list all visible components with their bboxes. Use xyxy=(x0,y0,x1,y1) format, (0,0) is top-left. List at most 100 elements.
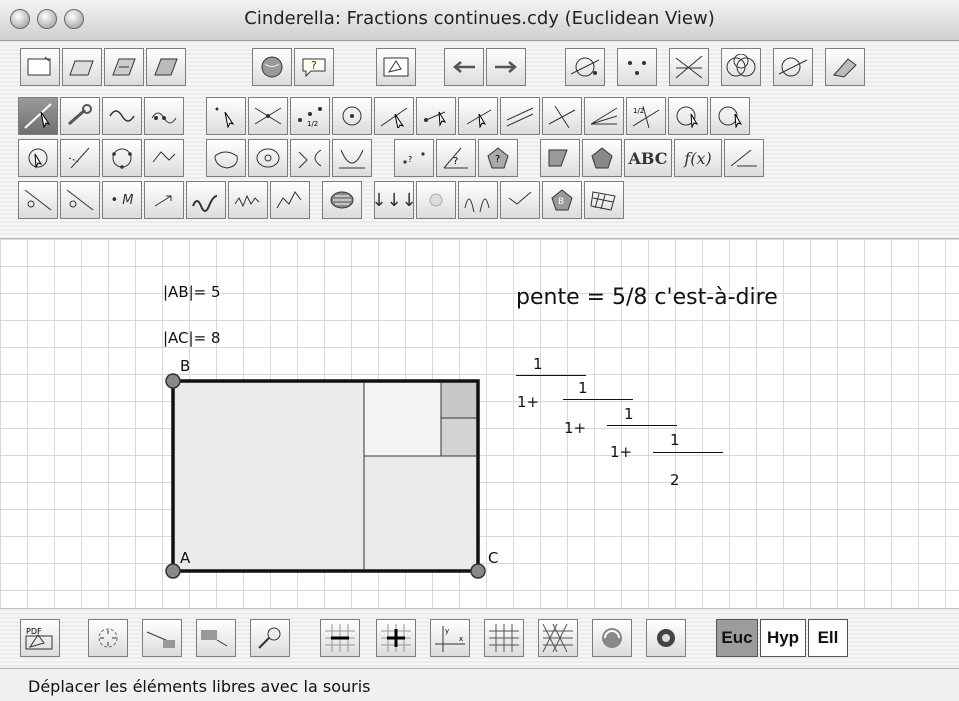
add-point-icon[interactable] xyxy=(206,97,246,135)
status-bar: Déplacer les éléments libres avec la sou… xyxy=(0,668,959,701)
eraser-icon[interactable] xyxy=(825,48,865,86)
fraction-bar-2 xyxy=(563,399,633,400)
svg-text:?: ? xyxy=(495,154,500,165)
concentric-icon[interactable] xyxy=(248,139,288,177)
angle-measure-icon[interactable]: ? xyxy=(436,139,476,177)
pdf-export-icon[interactable]: PDF xyxy=(20,619,60,657)
segment-icon[interactable] xyxy=(416,97,456,135)
function-plot-icon[interactable] xyxy=(186,181,226,219)
point-a-marker[interactable] xyxy=(165,563,181,579)
grid-plus-icon[interactable] xyxy=(376,619,416,657)
polygon-icon[interactable] xyxy=(206,139,246,177)
zoom-in-view-icon[interactable] xyxy=(142,619,182,657)
help-icon[interactable]: ? xyxy=(294,48,334,86)
save-as-icon[interactable] xyxy=(146,48,186,86)
point-circle-icon[interactable] xyxy=(565,48,605,86)
length-ab-label: |AB|= 5 xyxy=(163,283,221,301)
svg-text:PDF: PDF xyxy=(26,627,42,636)
text-tool-icon[interactable]: ABC xyxy=(624,139,672,177)
grid-minus-icon[interactable] xyxy=(320,619,360,657)
arc-icon[interactable] xyxy=(290,139,330,177)
point-on-line-icon[interactable] xyxy=(60,181,100,219)
curve-icon[interactable] xyxy=(102,97,142,135)
three-point-circle-icon[interactable] xyxy=(102,139,142,177)
polygon-area-icon[interactable] xyxy=(582,139,622,177)
b-point-icon[interactable] xyxy=(500,181,540,219)
ray-icon[interactable] xyxy=(458,97,498,135)
angle-bisector-icon[interactable] xyxy=(584,97,624,135)
zoom-out-view-icon[interactable] xyxy=(196,619,236,657)
fraction-num-2: 1 xyxy=(578,379,588,397)
multi-point-icon[interactable] xyxy=(144,97,184,135)
point-c-marker[interactable] xyxy=(470,563,486,579)
length-ac-label: |AC|= 8 xyxy=(163,329,221,347)
fraction-den-2: 1+ xyxy=(564,419,587,437)
circle-center-icon[interactable] xyxy=(332,97,372,135)
mirror-icon[interactable] xyxy=(60,139,100,177)
function-icon[interactable]: f(x) xyxy=(674,139,722,177)
view-toolbar: PDF yx Euc Hyp Ell xyxy=(0,608,959,669)
euclidean-canvas[interactable]: |AB|= 5 |AC|= 8 B A C pente = 5/8 c'est-… xyxy=(0,238,959,609)
slider-icon[interactable]: B xyxy=(542,181,582,219)
points-icon[interactable] xyxy=(617,48,657,86)
intersection-icon[interactable] xyxy=(248,97,288,135)
perpendicular-icon[interactable] xyxy=(542,97,582,135)
circles-icon[interactable] xyxy=(721,48,761,86)
vector-icon[interactable] xyxy=(144,181,184,219)
open-file-icon[interactable] xyxy=(62,48,102,86)
fraction-den-3: 1+ xyxy=(610,443,633,461)
fit-view-icon[interactable] xyxy=(88,619,128,657)
slope-text: pente = 5/8 c'est-à-dire xyxy=(516,285,778,310)
midpoint-icon[interactable]: 1/2 xyxy=(290,97,330,135)
pick-icon[interactable] xyxy=(250,619,290,657)
line-icon[interactable] xyxy=(374,97,414,135)
point-b-label: B xyxy=(180,357,191,375)
point-b-marker[interactable] xyxy=(165,373,181,389)
arrows-down-icon[interactable] xyxy=(322,181,362,219)
sparkle-icon[interactable]: ↓↓↓ xyxy=(374,181,414,219)
bounce-icon[interactable] xyxy=(416,181,456,219)
window-title: Cinderella: Fractions continues.cdy (Euc… xyxy=(244,8,715,29)
euclidean-geometry-button[interactable]: Euc xyxy=(716,619,758,657)
circle-point-icon[interactable] xyxy=(18,139,58,177)
circle-tool-icon[interactable] xyxy=(668,97,708,135)
wrench-icon[interactable] xyxy=(60,97,100,135)
undo-icon[interactable] xyxy=(444,48,484,86)
triangle-grid-icon[interactable] xyxy=(538,619,578,657)
elliptic-geometry-button[interactable]: Ell xyxy=(808,619,848,657)
locus-tool-icon[interactable] xyxy=(724,139,764,177)
grid-transform-icon[interactable] xyxy=(584,181,624,219)
distance-icon[interactable]: ? xyxy=(394,139,434,177)
polyline-icon[interactable] xyxy=(144,139,184,177)
svg-text:1/2: 1/2 xyxy=(633,107,644,115)
hyperbolic-geometry-button[interactable]: Hyp xyxy=(760,619,806,657)
text-editor-icon[interactable] xyxy=(376,48,416,86)
lines-icon[interactable] xyxy=(669,48,709,86)
m-point-icon[interactable]: • M xyxy=(102,181,142,219)
parallel-icon[interactable] xyxy=(500,97,540,135)
conic-icon[interactable] xyxy=(332,139,372,177)
info-icon[interactable]: ? xyxy=(478,139,518,177)
camera-icon[interactable] xyxy=(646,619,686,657)
area-icon[interactable] xyxy=(540,139,580,177)
segment-bisector-icon[interactable]: 1/2 xyxy=(626,97,666,135)
compass-icon[interactable] xyxy=(710,97,750,135)
segment-circle-icon[interactable] xyxy=(773,48,813,86)
svg-text:1/2: 1/2 xyxy=(307,120,318,128)
refresh-icon[interactable] xyxy=(592,619,632,657)
trace-icon[interactable] xyxy=(228,181,268,219)
redo-icon[interactable] xyxy=(486,48,526,86)
grid-icon[interactable] xyxy=(484,619,524,657)
spiral-icon[interactable] xyxy=(270,181,310,219)
svg-text:x: x xyxy=(459,635,463,643)
point-on-curve-icon[interactable] xyxy=(18,181,58,219)
fx-text: f(x) xyxy=(684,148,712,168)
zigzag-icon[interactable] xyxy=(458,181,498,219)
fraction-num-1: 1 xyxy=(533,355,543,373)
globe-icon[interactable] xyxy=(252,48,292,86)
file-toolbar: ? xyxy=(0,41,959,93)
axes-icon[interactable]: yx xyxy=(430,619,470,657)
move-icon[interactable] xyxy=(18,97,58,135)
new-file-icon[interactable] xyxy=(20,48,60,86)
save-icon[interactable] xyxy=(104,48,144,86)
